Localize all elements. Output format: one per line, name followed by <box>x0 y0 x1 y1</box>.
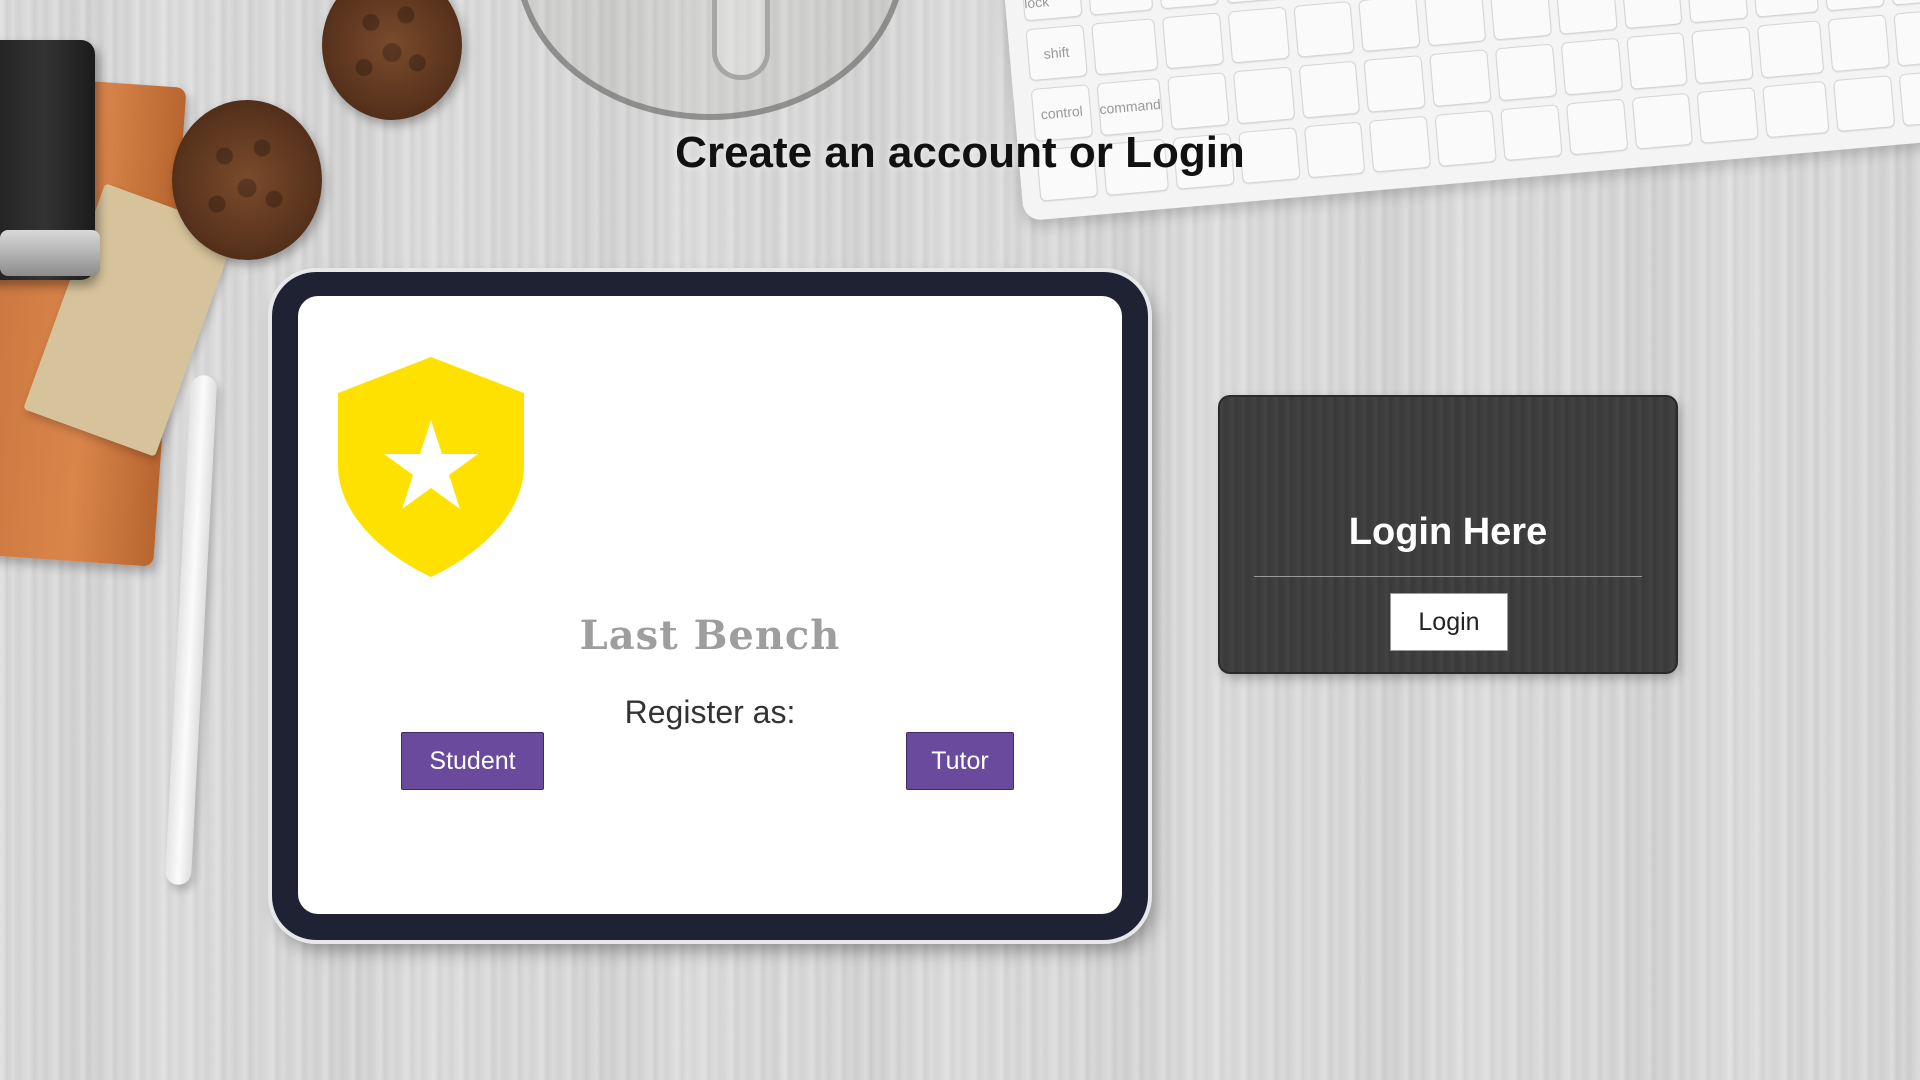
keyboard-key <box>1756 20 1825 78</box>
keyboard-key <box>1227 6 1290 64</box>
keyboard-key <box>1232 66 1296 124</box>
keyboard-key: caps lock <box>1020 0 1083 22</box>
keyboard-key <box>1293 0 1356 58</box>
keyboard-key <box>1625 32 1689 90</box>
keyboard-key <box>1751 0 1820 18</box>
keyboard-key <box>1560 37 1623 96</box>
shield-star-icon <box>338 357 524 577</box>
keyboard-key <box>1363 55 1427 113</box>
camera-lens-decoration <box>0 230 100 276</box>
keyboard-key <box>1828 14 1891 72</box>
pinecone-decoration <box>172 100 322 260</box>
keyboard-key <box>1162 12 1225 70</box>
keyboard-key: shift <box>1025 24 1088 82</box>
keyboard-decoration: tabASDFGHJKL<>?shiftcaps lockZXCVBNM,./c… <box>995 0 1920 222</box>
keyboard-key <box>1090 17 1159 76</box>
stylus-decoration <box>164 374 218 886</box>
keyboard-key: Z <box>1085 0 1154 16</box>
pinecone-decoration <box>322 0 462 120</box>
keyboard-key <box>1686 0 1749 24</box>
keyboard-key <box>1167 72 1230 130</box>
login-card: Login Here Login <box>1220 397 1676 672</box>
keyboard-key <box>1424 0 1487 47</box>
register-tutor-button[interactable]: Tutor <box>906 732 1014 790</box>
keyboard-key <box>1888 0 1920 6</box>
keyboard-key <box>1893 8 1920 67</box>
keyboard-key <box>1833 74 1896 132</box>
register-student-button[interactable]: Student <box>401 732 544 790</box>
login-heading: Login Here <box>1348 511 1548 553</box>
keyboard-key <box>1358 0 1421 53</box>
login-divider <box>1254 576 1642 577</box>
keyboard-key: C <box>1222 0 1285 4</box>
keyboard-key <box>1898 68 1920 127</box>
page-title: Create an account or Login <box>675 128 1245 177</box>
keyboard-key: X <box>1156 0 1220 10</box>
keyboard-key <box>1822 0 1886 12</box>
mug-decoration <box>515 0 905 120</box>
keyboard-key <box>1494 43 1558 101</box>
register-label: Register as: <box>624 694 796 730</box>
keyboard-key <box>1489 0 1552 41</box>
mug-handle-decoration <box>712 0 770 80</box>
keyboard-key <box>1620 0 1683 30</box>
brand-name: Last Bench <box>579 612 841 659</box>
keyboard-key <box>1429 49 1492 107</box>
keyboard-key <box>1555 0 1618 36</box>
keyboard-key <box>1691 26 1754 84</box>
login-button[interactable]: Login <box>1390 593 1508 651</box>
keyboard-key <box>1298 60 1361 119</box>
